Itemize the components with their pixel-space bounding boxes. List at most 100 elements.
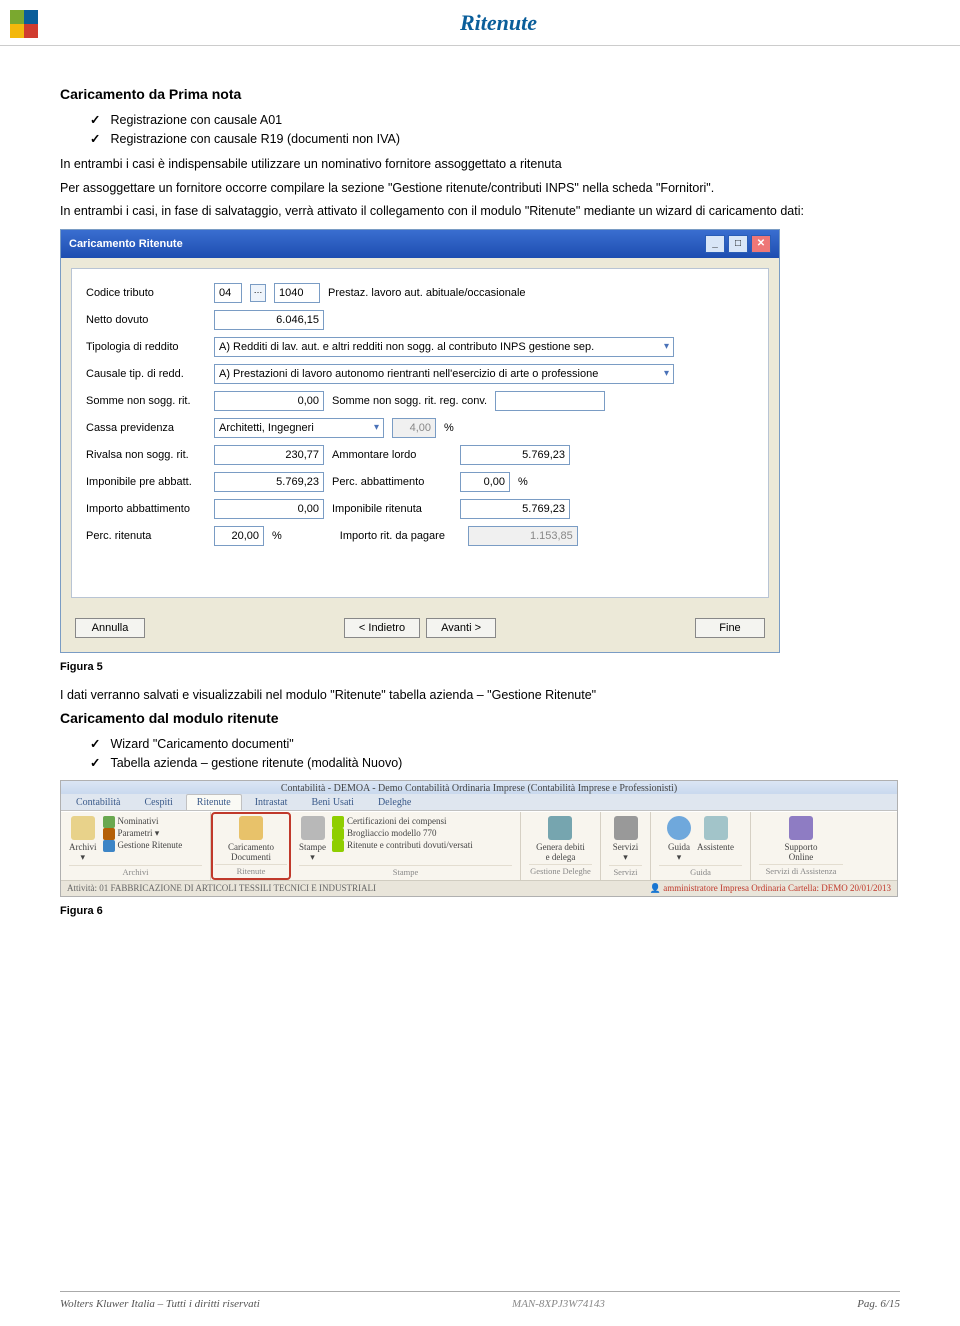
- perc-abbatt-input[interactable]: [460, 472, 510, 492]
- list-item: Wizard "Caricamento documenti": [90, 736, 900, 751]
- imponibile-pre-input[interactable]: [214, 472, 324, 492]
- doc-icon: [103, 840, 115, 852]
- group-label: Gestione Deleghe: [529, 864, 592, 876]
- indietro-button[interactable]: < Indietro: [344, 618, 420, 638]
- stampe-dropdown[interactable]: Stampe▾: [299, 816, 326, 863]
- folder-icon: [71, 816, 95, 840]
- label-imponibile-rit: Imponibile ritenuta: [332, 503, 452, 515]
- codice-tributo-desc: Prestaz. lavoro aut. abituale/occasional…: [328, 287, 526, 299]
- tab-beni-usati[interactable]: Beni Usati: [300, 794, 365, 810]
- label-somme-non: Somme non sogg. rit.: [86, 395, 206, 407]
- stampe-item[interactable]: Certificazioni dei compensi: [332, 816, 446, 828]
- ribbon-screenshot: Contabilità - DEMOA - Demo Contabilità O…: [60, 780, 898, 897]
- label-importo-da-pagare: Importo rit. da pagare: [340, 530, 460, 542]
- netto-dovuto-input[interactable]: [214, 310, 324, 330]
- label-rivalsa: Rivalsa non sogg. rit.: [86, 449, 206, 461]
- logo-icon: [10, 10, 40, 40]
- codice-tributo-input[interactable]: [214, 283, 242, 303]
- servizi-dropdown[interactable]: Servizi▾: [613, 816, 639, 863]
- causale-select[interactable]: A) Prestazioni di lavoro autonomo rientr…: [214, 364, 674, 384]
- cassa-select[interactable]: Architetti, Ingegneri: [214, 418, 384, 438]
- folder-open-icon: [239, 816, 263, 840]
- tab-cespiti[interactable]: Cespiti: [133, 794, 183, 810]
- caricamento-documenti-button[interactable]: Caricamento Documenti: [228, 816, 274, 862]
- perc-ritenuta-input[interactable]: [214, 526, 264, 546]
- page-header: Ritenute: [0, 0, 960, 46]
- cassa-perc-input: [392, 418, 436, 438]
- tab-contabilita[interactable]: Contabilità: [65, 794, 131, 810]
- percent-label: %: [272, 530, 282, 542]
- group-label: Servizi di Assistenza: [759, 864, 843, 876]
- percent-label: %: [444, 422, 454, 434]
- importo-da-pagare-input: [468, 526, 578, 546]
- group-label: Archivi: [69, 865, 202, 877]
- list-item: Registrazione con causale A01: [90, 112, 900, 127]
- imponibile-rit-input[interactable]: [460, 499, 570, 519]
- paragraph: Per assoggettare un fornitore occorre co…: [60, 180, 900, 198]
- doc-icon: [332, 816, 344, 828]
- fine-button[interactable]: Fine: [695, 618, 765, 638]
- archivi-item[interactable]: Gestione Ritenute: [103, 840, 183, 852]
- section-heading-2: Caricamento dal modulo ritenute: [60, 710, 900, 726]
- gear-icon: [614, 816, 638, 840]
- group-label: Stampe: [299, 865, 512, 877]
- label-imponibile-pre: Imponibile pre abbatt.: [86, 476, 206, 488]
- paragraph: I dati verranno salvati e visualizzabili…: [60, 687, 900, 705]
- list-item: Registrazione con causale R19 (documenti…: [90, 131, 900, 146]
- person-icon: [103, 816, 115, 828]
- minimize-icon[interactable]: _: [705, 235, 725, 253]
- wrench-icon: [103, 828, 115, 840]
- ammontare-lordo-input[interactable]: [460, 445, 570, 465]
- label-netto-dovuto: Netto dovuto: [86, 314, 206, 326]
- label-perc-abbatt: Perc. abbattimento: [332, 476, 452, 488]
- doc-icon: [332, 828, 344, 840]
- status-right: 👤 amministratore Impresa Ordinaria Carte…: [650, 883, 891, 894]
- tipologia-select[interactable]: A) Redditi di lav. aut. e altri redditi …: [214, 337, 674, 357]
- page-footer: Wolters Kluwer Italia – Tutti i diritti …: [60, 1291, 900, 1310]
- label-tipologia: Tipologia di reddito: [86, 341, 206, 353]
- label-causale: Causale tip. di redd.: [86, 368, 206, 380]
- genera-debiti-button[interactable]: Genera debiti e delega: [536, 816, 585, 862]
- percent-label: %: [518, 476, 528, 488]
- assistente-button[interactable]: Assistente: [697, 816, 734, 852]
- codice-tributo-lookup[interactable]: [274, 283, 320, 303]
- supporto-online-button[interactable]: Supporto Online: [784, 816, 817, 862]
- group-label: Ritenute: [215, 864, 287, 876]
- archivi-item[interactable]: Parametri ▾: [103, 828, 160, 840]
- figure-caption-6: Figura 6: [60, 905, 900, 917]
- printer-icon: [301, 816, 325, 840]
- bullet-list-1: Registrazione con causale A01 Registrazi…: [90, 112, 900, 146]
- importo-abb-input[interactable]: [214, 499, 324, 519]
- stampe-item[interactable]: Ritenute e contributi dovuti/versati: [332, 840, 473, 852]
- list-item: Tabella azienda – gestione ritenute (mod…: [90, 755, 900, 770]
- stampe-item[interactable]: Brogliaccio modello 770: [332, 828, 436, 840]
- rivalsa-input[interactable]: [214, 445, 324, 465]
- headset-icon: [789, 816, 813, 840]
- label-importo-abb: Importo abbattimento: [86, 503, 206, 515]
- tab-intrastat[interactable]: Intrastat: [244, 794, 299, 810]
- archivi-item[interactable]: Nominativi: [103, 816, 159, 828]
- close-icon[interactable]: ✕: [751, 235, 771, 253]
- paragraph: In entrambi i casi, in fase di salvatagg…: [60, 203, 900, 221]
- lookup-icon[interactable]: …: [250, 284, 266, 302]
- somme-non-conv-input[interactable]: [495, 391, 605, 411]
- section-heading-1: Caricamento da Prima nota: [60, 86, 900, 102]
- somme-non-input[interactable]: [214, 391, 324, 411]
- maximize-icon[interactable]: □: [728, 235, 748, 253]
- figure-caption-5: Figura 5: [60, 661, 900, 673]
- avanti-button[interactable]: Avanti >: [426, 618, 496, 638]
- doc-icon: [332, 840, 344, 852]
- label-somme-non-conv: Somme non sogg. rit. reg. conv.: [332, 395, 487, 407]
- dialog-titlebar: Caricamento Ritenute _ □ ✕: [61, 230, 779, 258]
- tab-ritenute[interactable]: Ritenute: [186, 794, 242, 810]
- guida-dropdown[interactable]: Guida▾: [667, 816, 691, 863]
- tab-deleghe[interactable]: Deleghe: [367, 794, 422, 810]
- footer-copyright: Wolters Kluwer Italia – Tutti i diritti …: [60, 1298, 260, 1310]
- assistant-icon: [704, 816, 728, 840]
- group-label: Servizi: [609, 865, 642, 877]
- annulla-button[interactable]: Annulla: [75, 618, 145, 638]
- archivi-dropdown[interactable]: Archivi▾: [69, 816, 97, 863]
- bullet-list-2: Wizard "Caricamento documenti" Tabella a…: [90, 736, 900, 770]
- footer-doc-id: MAN-8XPJ3W74143: [512, 1298, 605, 1310]
- footer-page: Pag. 6/15: [857, 1298, 900, 1310]
